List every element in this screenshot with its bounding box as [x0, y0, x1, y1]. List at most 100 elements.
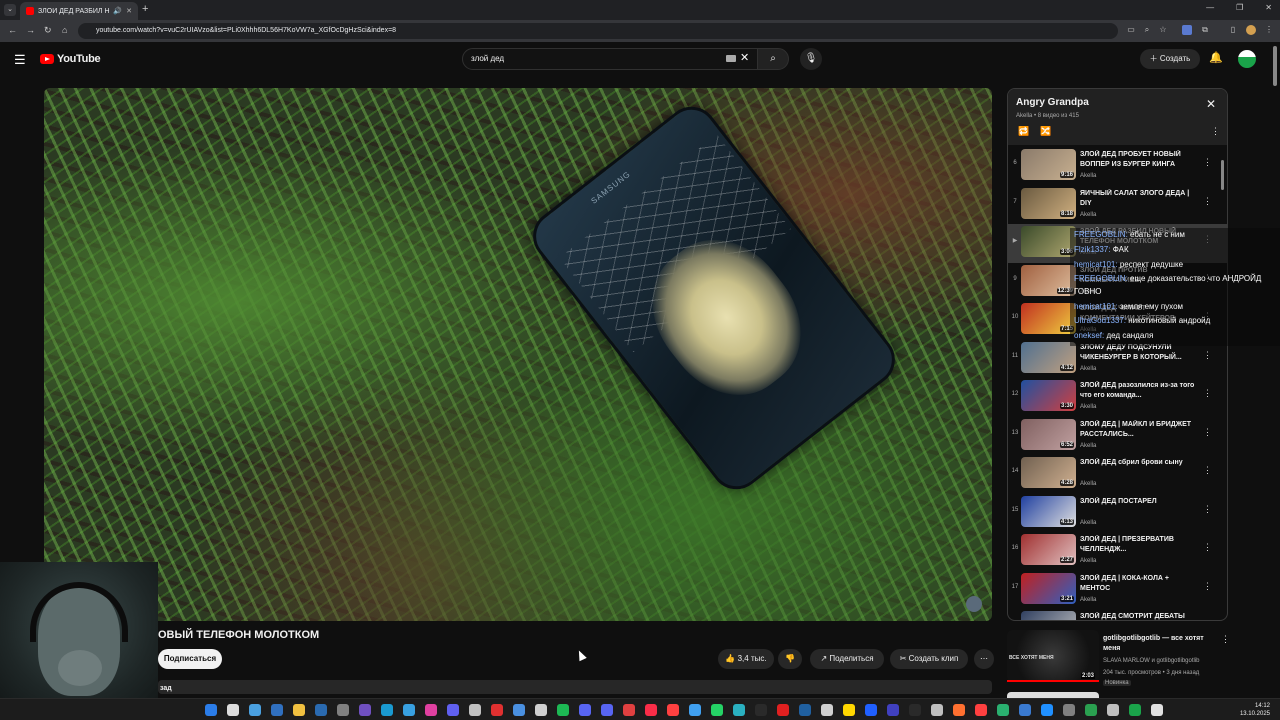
taskbar-app-icon[interactable]	[403, 704, 415, 716]
recommended-channel[interactable]: SLAVA MARLOW и gotlibgotlibgotlib	[1103, 658, 1200, 664]
playlist-item-more-icon[interactable]: ⋮	[1203, 542, 1212, 553]
taskbar-app-icon[interactable]	[711, 704, 723, 716]
taskbar-app-icon[interactable]	[557, 704, 569, 716]
taskbar-app-icon[interactable]	[249, 704, 261, 716]
maximize-icon[interactable]: ❐	[1236, 3, 1243, 12]
playlist-item-thumbnail[interactable]: 7:15	[1021, 303, 1076, 334]
taskbar-app-icon[interactable]	[975, 704, 987, 716]
windows-start-icon[interactable]	[205, 704, 217, 716]
playlist-item-title[interactable]: ЗЛОЙ ДЕД сбрил брови сыну	[1080, 458, 1198, 468]
playlist-more-icon[interactable]: ⋮	[1211, 126, 1220, 137]
hamburger-menu-icon[interactable]: ☰	[14, 52, 26, 68]
playlist-item[interactable]: 12 3:30 ЗЛОЙ ДЕД разозлился из-за того что…	[1008, 378, 1227, 417]
playlist-title[interactable]: Angry Grandpa	[1016, 97, 1089, 108]
taskbar-app-icon[interactable]	[689, 704, 701, 716]
taskbar-app-icon[interactable]	[887, 704, 899, 716]
taskbar-app-icon[interactable]	[271, 704, 283, 716]
taskbar-app-icon[interactable]	[843, 704, 855, 716]
playlist-item-thumbnail[interactable]: 3:30	[1021, 380, 1076, 411]
minimize-icon[interactable]: —	[1206, 3, 1214, 12]
playlist-item-thumbnail[interactable]: 3:21	[1021, 572, 1076, 604]
playlist-item-thumbnail[interactable]: 12:39	[1021, 264, 1076, 296]
tab-close-icon[interactable]: ✕	[126, 7, 132, 15]
taskbar-app-icon[interactable]	[909, 704, 921, 716]
playlist-item-title[interactable]: ЗЛОЙ ДЕД | ПРЕЗЕРВАТИВ ЧЕЛЛЕНДЖ...	[1080, 535, 1198, 555]
like-button[interactable]: 👍 3,4 тыс.	[718, 649, 774, 669]
taskbar-app-icon[interactable]	[315, 704, 327, 716]
playlist-item-more-icon[interactable]: ⋮	[1203, 196, 1212, 207]
taskbar-app-icon[interactable]	[1107, 704, 1119, 716]
create-button[interactable]: ＋ Создать	[1140, 49, 1200, 69]
search-button[interactable]: ⌕	[757, 48, 789, 70]
taskbar-app-icon[interactable]	[227, 704, 239, 716]
share-button[interactable]: ↗ Поделиться	[810, 649, 884, 669]
playlist-item-title[interactable]: ЗЛОЙ ДЕД ПРОБУЕТ НОВЫЙ ВОППЕР ИЗ БУРГЕР …	[1080, 150, 1198, 170]
clear-search-icon[interactable]: ✕	[740, 51, 749, 64]
taskbar-app-icon[interactable]	[1041, 704, 1053, 716]
account-avatar[interactable]	[1238, 50, 1256, 68]
page-scrollbar[interactable]	[1273, 46, 1277, 86]
playlist-item-more-icon[interactable]: ⋮	[1203, 157, 1212, 168]
window-close-icon[interactable]: ✕	[1265, 3, 1272, 12]
forward-icon[interactable]: →	[26, 25, 35, 35]
playlist-item-more-icon[interactable]: ⋮	[1203, 465, 1212, 476]
taskbar-app-icon[interactable]	[579, 704, 591, 716]
recommended-title[interactable]: gotlibgotlibgotlib — все хотят меня	[1103, 634, 1221, 654]
shuffle-icon[interactable]: 🔀	[1040, 126, 1051, 137]
browser-menu-icon[interactable]: ⋮	[1264, 25, 1274, 35]
bookmark-star-icon[interactable]: ☆	[1158, 25, 1168, 35]
playlist-item-thumbnail[interactable]: 4:12	[1021, 341, 1076, 373]
home-icon[interactable]: ⌂	[62, 25, 67, 35]
playlist-item[interactable]: 6 9:16 ЗЛОЙ ДЕД ПРОБУЕТ НОВЫЙ ВОППЕР ИЗ БУ…	[1008, 147, 1227, 186]
taskbar-app-icon[interactable]	[733, 704, 745, 716]
speaker-icon[interactable]: 🔊	[113, 7, 122, 15]
taskbar-app-icon[interactable]	[667, 704, 679, 716]
playlist-scrollbar[interactable]	[1221, 160, 1224, 190]
new-tab-button[interactable]: +	[142, 3, 148, 15]
create-clip-button[interactable]: ✂ Создать клип	[890, 649, 968, 669]
playlist-item-thumbnail[interactable]: 4:28	[1021, 457, 1076, 488]
playlist-item-title[interactable]: ЗЛОЙ ДЕД | МАЙКЛ И БРИДЖЕТ РАССТАЛИСЬ...	[1080, 420, 1198, 440]
taskbar-app-icon[interactable]	[469, 704, 481, 716]
youtube-logo[interactable]: YouTube	[40, 53, 101, 65]
taskbar-app-icon[interactable]	[755, 704, 767, 716]
playlist-item-thumbnail[interactable]: 4:13	[1021, 495, 1076, 527]
tab-list-button[interactable]: ⌄	[4, 4, 16, 16]
taskbar-app-icon[interactable]	[821, 704, 833, 716]
browser-tab[interactable]: ЗЛОЙ ДЕД РАЗБИЛ НОВЫ 🔊 ✕	[20, 2, 138, 20]
playlist-item-more-icon[interactable]: ⋮	[1203, 581, 1212, 592]
extensions-puzzle-icon[interactable]: ⧉	[1200, 25, 1210, 35]
taskbar-app-icon[interactable]	[535, 704, 547, 716]
taskbar-app-icon[interactable]	[447, 704, 459, 716]
keyboard-icon[interactable]	[726, 55, 736, 62]
taskbar-app-icon[interactable]	[997, 704, 1009, 716]
taskbar-app-icon[interactable]	[623, 704, 635, 716]
playlist-item-more-icon[interactable]: ⋮	[1203, 619, 1212, 620]
taskbar-app-icon[interactable]	[1085, 704, 1097, 716]
playlist-item-more-icon[interactable]: ⋮	[1203, 388, 1212, 399]
taskbar-app-icon[interactable]	[931, 704, 943, 716]
recommended-more-icon[interactable]: ⋮	[1221, 634, 1230, 645]
playlist-item-more-icon[interactable]: ⋮	[1203, 504, 1212, 515]
playlist-item-thumbnail[interactable]	[1021, 611, 1076, 620]
taskbar-app-icon[interactable]	[1151, 704, 1163, 716]
reload-icon[interactable]: ↻	[44, 25, 52, 36]
dislike-button[interactable]: 👎	[778, 649, 802, 669]
playlist-item-title[interactable]: ЗЛОЙ ДЕД разозлился из-за того что его к…	[1080, 381, 1198, 401]
playlist-item[interactable]: 7 8:18 ЯИЧНЫЙ САЛАТ ЗЛОГО ДЕДА | DIY Akella…	[1008, 186, 1227, 225]
playlist-item-thumbnail[interactable]: 3:06	[1021, 226, 1076, 257]
playlist-item[interactable]: 14 4:28 ЗЛОЙ ДЕД сбрил брови сыну Akella ⋮	[1008, 455, 1227, 494]
taskbar-app-icon[interactable]	[799, 704, 811, 716]
recommended-video[interactable]: ВСЕ ХОТЯТ МЕНЯ 2:03 gotlibgotlibgotlib —…	[1007, 630, 1237, 690]
taskbar-app-icon[interactable]	[1019, 704, 1031, 716]
zoom-icon[interactable]: ⌕	[1142, 25, 1152, 35]
playlist-item-title[interactable]: ЗЛОЙ ДЕД СМОТРИТ ДЕБАТЫ КЛИНТОН И	[1080, 612, 1198, 620]
url-field[interactable]: youtube.com/watch?v=vuC2rUIAVzo&list=PLi…	[78, 23, 1118, 39]
playlist-item[interactable]: 16 2:27 ЗЛОЙ ДЕД | ПРЕЗЕРВАТИВ ЧЕЛЛЕНДЖ...…	[1008, 532, 1227, 571]
sidebar-icon[interactable]: ▯	[1228, 25, 1238, 35]
taskbar-app-icon[interactable]	[777, 704, 789, 716]
playlist-item[interactable]: 13 6:52 ЗЛОЙ ДЕД | МАЙКЛ И БРИДЖЕТ РАССТАЛ…	[1008, 417, 1227, 456]
taskbar-app-icon[interactable]	[381, 704, 393, 716]
profile-avatar-icon[interactable]	[1246, 25, 1256, 35]
taskbar-app-icon[interactable]	[953, 704, 965, 716]
